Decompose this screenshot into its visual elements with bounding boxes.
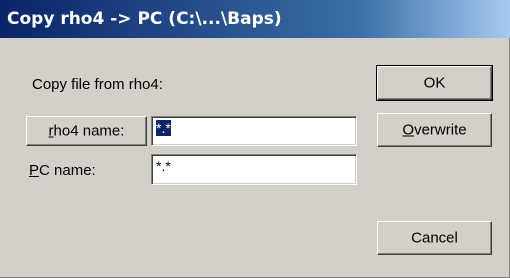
cancel-button-label: Cancel bbox=[411, 229, 458, 247]
ok-button[interactable]: OK bbox=[376, 65, 493, 101]
pc-name-input-value: *.* bbox=[156, 158, 171, 174]
rho4-name-button[interactable]: rho4 name: bbox=[26, 116, 147, 146]
title-bar[interactable]: Copy rho4 -> PC (C:\...\Baps) bbox=[0, 0, 510, 38]
rho4-name-input-value: *.* bbox=[156, 120, 171, 136]
overwrite-button-label: Overwrite bbox=[402, 121, 467, 139]
pc-name-input[interactable]: *.* bbox=[151, 154, 357, 185]
window-title: Copy rho4 -> PC (C:\...\Baps) bbox=[7, 9, 282, 29]
copy-from-label: Copy file from rho4: bbox=[32, 76, 163, 93]
rho4-name-button-label: rho4 name: bbox=[48, 122, 125, 140]
ok-button-label: OK bbox=[423, 74, 446, 92]
overwrite-button[interactable]: Overwrite bbox=[377, 113, 492, 147]
pc-name-label: PC name: bbox=[29, 162, 96, 179]
copy-dialog: Copy rho4 -> PC (C:\...\Baps) Copy file … bbox=[0, 0, 510, 278]
rho4-name-input[interactable]: *.* bbox=[151, 116, 357, 146]
cancel-button[interactable]: Cancel bbox=[377, 221, 492, 255]
